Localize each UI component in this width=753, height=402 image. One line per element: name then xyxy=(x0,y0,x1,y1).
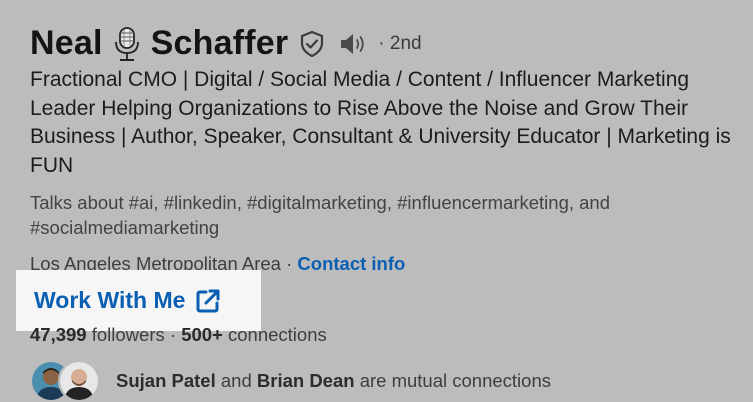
followers-label: followers xyxy=(86,324,170,345)
connections-count[interactable]: 500+ xyxy=(181,324,223,345)
profile-header: Neal Schaffer · 2nd xyxy=(30,24,422,63)
mutual-name-2: Brian Dean xyxy=(256,370,355,391)
connection-degree: · 2nd xyxy=(378,32,422,54)
talks-about: Talks about #ai, #linkedin, #digitalmark… xyxy=(30,192,611,238)
speaker-icon[interactable] xyxy=(338,31,368,57)
external-link-icon xyxy=(195,288,221,314)
avatar xyxy=(58,360,100,402)
followers-connections-row: 47,399 followers · 500+ connections xyxy=(30,324,327,346)
mutual-name-1: Sujan Patel xyxy=(116,370,216,391)
contact-info-link[interactable]: Contact info xyxy=(297,253,405,274)
connections-label[interactable]: connections xyxy=(223,324,327,345)
microphone-icon xyxy=(111,26,143,62)
profile-first-name: Neal xyxy=(30,24,103,62)
mutual-connections-text: Sujan Patel and Brian Dean are mutual co… xyxy=(116,370,551,392)
verified-shield-icon[interactable] xyxy=(298,30,326,58)
followers-count: 47,399 xyxy=(30,324,87,345)
location-separator: · xyxy=(280,253,298,274)
stats-separator: · xyxy=(169,324,182,345)
profile-last-name: Schaffer xyxy=(150,24,289,62)
mutual-and: and xyxy=(215,370,257,391)
mutual-suffix: are mutual connections xyxy=(354,370,551,391)
work-with-me-button[interactable]: Work With Me xyxy=(16,270,261,331)
profile-headline: Fractional CMO | Digital / Social Media … xyxy=(30,68,731,177)
work-with-me-label: Work With Me xyxy=(34,287,186,313)
mutual-connections[interactable]: Sujan Patel and Brian Dean are mutual co… xyxy=(30,360,551,402)
